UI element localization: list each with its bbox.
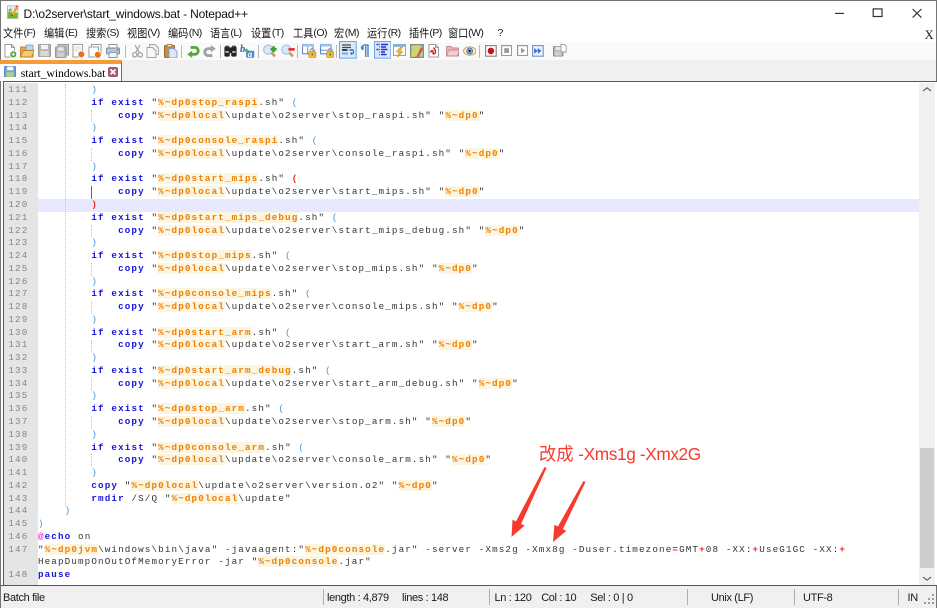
svg-text:b: b — [240, 44, 245, 55]
svg-text:a: a — [248, 49, 253, 58]
